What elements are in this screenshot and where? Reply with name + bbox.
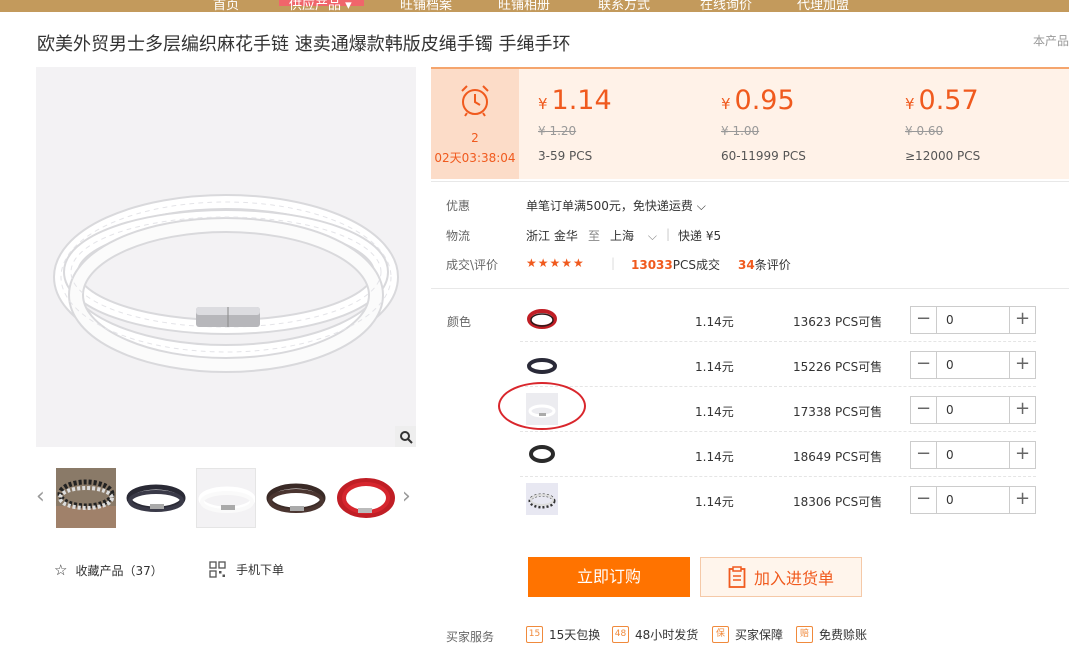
sku-row: 1.14元 18306 PCS可售 − 0 +	[520, 477, 1036, 522]
product-main-image[interactable]	[36, 67, 416, 447]
quantity-input[interactable]: 0	[938, 307, 1008, 333]
nav-contact[interactable]: 联系方式	[598, 0, 650, 12]
sku-thumbnail[interactable]	[526, 348, 558, 380]
ship-48h-icon: 48	[612, 626, 629, 643]
top-nav: 首页 供应产品 ▾ 旺铺档案 旺铺相册 联系方式 在线询价 代理加盟	[0, 0, 1069, 12]
tier-original-price: ¥ 1.20	[538, 124, 577, 138]
thumbnail[interactable]	[196, 468, 256, 528]
sku-thumbnail[interactable]	[526, 483, 558, 515]
tier-original-price: ¥ 1.00	[721, 124, 760, 138]
nav-products[interactable]: 供应产品 ▾	[279, 0, 364, 12]
ship-from: 浙江 金华	[526, 229, 578, 243]
sku-label: 颜色	[447, 315, 472, 329]
express-fee: 快递 ¥5	[678, 229, 722, 243]
tier-price: 1.14	[551, 85, 612, 116]
discount-dropdown[interactable]: 单笔订单满500元，免快递运费 ⌵	[526, 197, 706, 214]
nav-inquiry[interactable]: 在线询价	[700, 0, 752, 12]
thumbs-prev-icon[interactable]: ‹	[36, 484, 45, 509]
nav-agent[interactable]: 代理加盟	[797, 0, 849, 12]
rating-stars: ★★★★★	[526, 256, 585, 270]
quantity-input[interactable]: 0	[938, 352, 1008, 378]
sku-row: 1.14元 13623 PCS可售 − 0 +	[520, 297, 1036, 342]
nav-home[interactable]: 首页	[213, 0, 239, 12]
nav-archive[interactable]: 旺铺档案	[400, 0, 452, 12]
decrease-button[interactable]: −	[911, 397, 937, 423]
order-now-button[interactable]: 立即订购	[528, 557, 690, 597]
service-item: 保 买家保障	[712, 626, 783, 643]
quantity-stepper: − 0 +	[910, 306, 1036, 334]
increase-button[interactable]: +	[1009, 442, 1035, 468]
sku-row: 1.14元 15226 PCS可售 − 0 +	[520, 342, 1036, 387]
quantity-input[interactable]: 0	[938, 397, 1008, 423]
quantity-stepper: − 0 +	[910, 396, 1036, 424]
add-to-cart-button[interactable]: 加入进货单	[700, 557, 862, 597]
sku-stock: 15226 PCS可售	[793, 360, 883, 374]
zoom-icon[interactable]	[395, 426, 416, 447]
tier-price: 0.57	[918, 85, 979, 116]
sku-stock: 18306 PCS可售	[793, 495, 883, 509]
service-item: 15 15天包换	[526, 626, 600, 643]
sku-price: 1.14元	[695, 495, 734, 509]
review-count[interactable]: 34条评价	[738, 256, 791, 273]
quantity-input[interactable]: 0	[938, 487, 1008, 513]
sku-price: 1.14元	[695, 315, 734, 329]
sku-thumbnail[interactable]	[526, 438, 558, 470]
price-panel: 2 02天03:38:04 ¥1.14 ¥ 1.20 3-59 PCS ¥0.9…	[431, 67, 1069, 179]
thumbnail[interactable]	[126, 468, 186, 528]
quantity-stepper: − 0 +	[910, 441, 1036, 469]
sku-stock: 17338 PCS可售	[793, 405, 883, 419]
services-label: 买家服务	[446, 630, 495, 644]
product-notice: 本产品	[1032, 34, 1069, 48]
chevron-down-icon: ⌵	[696, 199, 706, 213]
promo-countdown: 02天03:38:04	[434, 151, 516, 165]
promo-timer: 2 02天03:38:04	[431, 69, 519, 179]
increase-button[interactable]: +	[1009, 397, 1035, 423]
tier-range: 60-11999 PCS	[721, 149, 806, 163]
sku-stock: 18649 PCS可售	[793, 450, 883, 464]
decrease-button[interactable]: −	[911, 487, 937, 513]
decrease-button[interactable]: −	[911, 307, 937, 333]
product-title: 欧美外贸男士多层编织麻花手链 速卖通爆款韩版皮绳手镯 手绳手环	[37, 34, 571, 55]
thumbnail[interactable]	[56, 468, 116, 528]
promo-days: 2	[471, 131, 479, 145]
credit-icon: 赔	[796, 626, 813, 643]
ship-to-dropdown[interactable]: 上海 ⌵	[610, 227, 657, 244]
increase-button[interactable]: +	[1009, 307, 1035, 333]
quantity-input[interactable]: 0	[938, 442, 1008, 468]
service-item: 赔 免费赊账	[796, 626, 867, 643]
qr-code-icon	[209, 561, 226, 578]
nav-album[interactable]: 旺铺相册	[498, 0, 550, 12]
thumbs-next-icon[interactable]: ›	[402, 484, 411, 509]
sku-row: 1.14元 17338 PCS可售 − 0 +	[520, 387, 1036, 432]
favorite-button[interactable]: ☆ 收藏产品（37）	[54, 561, 163, 579]
quantity-stepper: − 0 +	[910, 486, 1036, 514]
mobile-order-button[interactable]: 手机下单	[209, 561, 284, 578]
sku-price: 1.14元	[695, 360, 734, 374]
thumbnail[interactable]	[336, 468, 396, 528]
star-outline-icon: ☆	[54, 561, 68, 579]
sku-price: 1.14元	[695, 405, 734, 419]
tier-range: ≥12000 PCS	[905, 149, 981, 163]
alarm-clock-icon	[461, 85, 489, 117]
highlight-circle	[498, 382, 586, 430]
clipboard-icon	[728, 566, 746, 588]
thumbnail[interactable]	[266, 468, 326, 528]
tier-price: 0.95	[734, 85, 795, 116]
tier-original-price: ¥ 0.60	[905, 124, 944, 138]
increase-button[interactable]: +	[1009, 352, 1035, 378]
decrease-button[interactable]: −	[911, 352, 937, 378]
sku-stock: 13623 PCS可售	[793, 315, 883, 329]
chevron-down-icon: ⌵	[647, 229, 657, 243]
decrease-button[interactable]: −	[911, 442, 937, 468]
sku-thumbnail[interactable]	[526, 303, 558, 335]
exchange-15-icon: 15	[526, 626, 543, 643]
increase-button[interactable]: +	[1009, 487, 1035, 513]
tier-range: 3-59 PCS	[538, 149, 593, 163]
sku-row: 1.14元 18649 PCS可售 − 0 +	[520, 432, 1036, 477]
sku-price: 1.14元	[695, 450, 734, 464]
quantity-stepper: − 0 +	[910, 351, 1036, 379]
shield-icon: 保	[712, 626, 729, 643]
service-item: 48 48小时发货	[612, 626, 698, 643]
deal-count[interactable]: 13033PCS成交	[631, 256, 720, 273]
